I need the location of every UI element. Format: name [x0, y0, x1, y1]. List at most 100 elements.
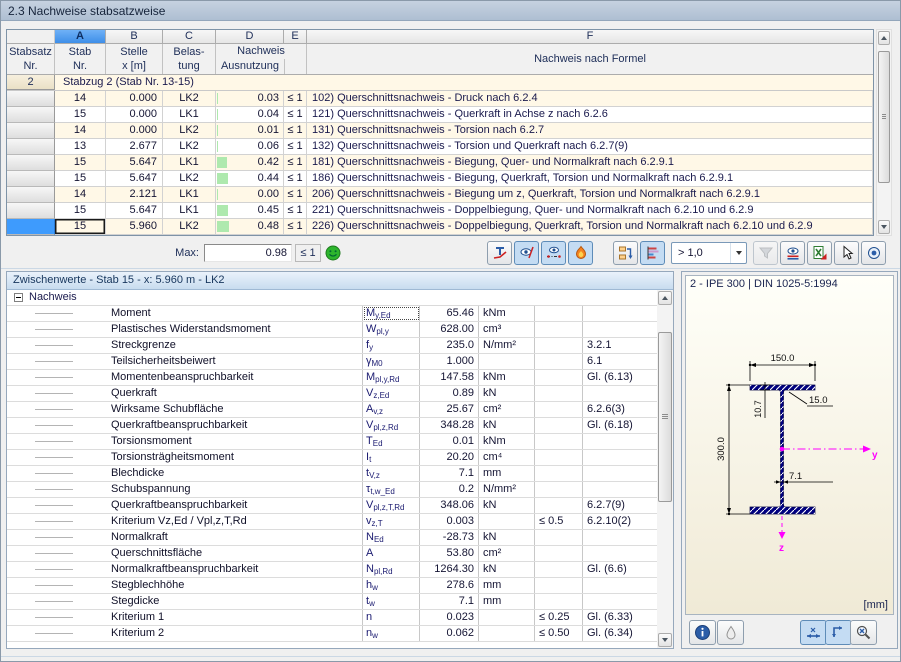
scroll-up-icon[interactable] — [658, 291, 672, 305]
column-letter-a[interactable]: A — [55, 30, 106, 44]
limit-cell[interactable]: ≤ 1 — [284, 91, 307, 106]
result-diagram-button[interactable] — [487, 241, 512, 265]
colored-results-button[interactable] — [568, 241, 593, 265]
column-letter-e[interactable]: E — [284, 30, 307, 44]
table-row[interactable]: 140.000LK20.01≤ 1131) Querschnittsnachwe… — [7, 123, 873, 139]
detail-row[interactable]: Kriterium 1n0.023≤ 0.25Gl. (6.33) — [7, 610, 657, 626]
excel-export-button[interactable] — [807, 241, 832, 265]
stab-cell[interactable]: 15 — [55, 155, 106, 170]
stab-cell[interactable]: 15 — [55, 171, 106, 186]
group-row[interactable]: 2 Stabzug 2 (Stab Nr. 13-15) — [7, 75, 873, 91]
x-location-cell[interactable]: 5.960 — [106, 219, 163, 234]
table-row[interactable]: 150.000LK10.04≤ 1121) Querschnittsnachwe… — [7, 107, 873, 123]
stab-cell[interactable]: 14 — [55, 123, 106, 138]
scrollbar-thumb[interactable] — [658, 332, 672, 502]
row-header[interactable] — [7, 155, 55, 171]
x-location-cell[interactable]: 5.647 — [106, 155, 163, 170]
limit-cell[interactable]: ≤ 1 — [284, 107, 307, 122]
show-axes-button[interactable] — [825, 620, 852, 645]
utilization-cell[interactable]: 0.06 — [216, 139, 284, 154]
detail-row[interactable]: TorsionsträgheitsmomentIt20.20cm⁴ — [7, 450, 657, 466]
detail-row[interactable]: QuerkraftbeanspruchbarkeitVpl,z,Rd348.28… — [7, 418, 657, 434]
scroll-down-icon[interactable] — [658, 633, 672, 647]
chevron-down-icon[interactable] — [730, 243, 746, 263]
show-member-axes-button[interactable] — [541, 241, 566, 265]
formula-cell[interactable]: 131) Querschnittsnachweis - Torsion nach… — [307, 123, 873, 138]
formula-cell[interactable]: 186) Querschnittsnachweis - Biegung, Que… — [307, 171, 873, 186]
loadcase-cell[interactable]: LK2 — [163, 91, 216, 106]
loadcase-cell[interactable]: LK1 — [163, 187, 216, 202]
formula-cell[interactable]: 181) Querschnittsnachweis - Biegung, Que… — [307, 155, 873, 170]
detail-row[interactable]: MomentMy,Ed65.46kNm — [7, 306, 657, 322]
detail-row[interactable]: QuerschnittsflächeA53.80cm² — [7, 546, 657, 562]
row-header[interactable] — [7, 107, 55, 123]
utilization-cell[interactable]: 0.42 — [216, 155, 284, 170]
limit-cell[interactable]: ≤ 1 — [284, 139, 307, 154]
zoom-reset-button[interactable] — [850, 620, 877, 645]
limit-cell[interactable]: ≤ 1 — [284, 155, 307, 170]
column-letter-b[interactable]: B — [106, 30, 163, 44]
select-pointer-button[interactable] — [834, 241, 859, 265]
x-location-cell[interactable]: 5.647 — [106, 171, 163, 186]
detail-row[interactable]: Schubspannungτt,w_Ed0.2N/mm² — [7, 482, 657, 498]
x-location-cell[interactable]: 0.000 — [106, 107, 163, 122]
formula-cell[interactable]: 132) Querschnittsnachweis - Torsion und … — [307, 139, 873, 154]
loadcase-cell[interactable]: LK2 — [163, 123, 216, 138]
detail-row[interactable]: Plastisches WiderstandsmomentWpl,y628.00… — [7, 322, 657, 338]
table-row[interactable]: 155.647LK10.45≤ 1221) Querschnittsnachwe… — [7, 203, 873, 219]
detail-row[interactable]: QuerkraftbeanspruchbarkeitVpl,z,T,Rd348.… — [7, 498, 657, 514]
x-location-cell[interactable]: 0.000 — [106, 123, 163, 138]
table-row[interactable]: 155.647LK20.44≤ 1186) Querschnittsnachwe… — [7, 171, 873, 187]
detail-row[interactable]: TeilsicherheitsbeiwertγM01.0006.1 — [7, 354, 657, 370]
column-letter-f[interactable]: F — [307, 30, 873, 44]
scrollbar-thumb[interactable] — [878, 51, 890, 183]
stab-cell[interactable]: 15 — [55, 203, 106, 218]
table-scrollbar[interactable] — [876, 29, 892, 236]
stab-cell[interactable]: 15 — [55, 219, 106, 234]
row-header[interactable] — [7, 91, 55, 107]
loadcase-cell[interactable]: LK1 — [163, 107, 216, 122]
stab-cell[interactable]: 15 — [55, 107, 106, 122]
relations-button[interactable] — [613, 241, 638, 265]
row-header[interactable] — [7, 123, 55, 139]
detail-row[interactable]: BlechdicketV,z7.1mm — [7, 466, 657, 482]
detail-row[interactable]: NormalkraftNEd-28.73kN — [7, 530, 657, 546]
utilization-cell[interactable]: 0.45 — [216, 203, 284, 218]
formula-cell[interactable]: 226) Querschnittsnachweis - Doppelbiegun… — [307, 219, 873, 234]
formula-cell[interactable]: 221) Querschnittsnachweis - Doppelbiegun… — [307, 203, 873, 218]
result-visibility-button[interactable] — [780, 241, 805, 265]
detail-row[interactable]: MomentenbeanspruchbarkeitMpl,y,Rd147.58k… — [7, 370, 657, 386]
table-row[interactable]: 132.677LK20.06≤ 1132) Querschnittsnachwe… — [7, 139, 873, 155]
detail-row[interactable]: Stegblechhöhehw278.6mm — [7, 578, 657, 594]
table-row[interactable]: 142.121LK10.00≤ 1206) Querschnittsnachwe… — [7, 187, 873, 203]
row-header[interactable] — [7, 139, 55, 155]
limit-cell[interactable]: ≤ 1 — [284, 203, 307, 218]
limit-cell[interactable]: ≤ 1 — [284, 123, 307, 138]
show-hidden-results-button[interactable] — [514, 241, 539, 265]
utilization-filter-dropdown[interactable]: > 1,0 — [671, 242, 747, 264]
formula-cell[interactable]: 121) Querschnittsnachweis - Querkraft in… — [307, 107, 873, 122]
loadcase-cell[interactable]: LK1 — [163, 203, 216, 218]
section-render-button[interactable] — [717, 620, 744, 645]
stab-cell[interactable]: 14 — [55, 187, 106, 202]
utilization-cell[interactable]: 0.01 — [216, 123, 284, 138]
row-header[interactable] — [7, 187, 55, 203]
detail-row[interactable]: QuerkraftVz,Ed0.89kN — [7, 386, 657, 402]
collapse-icon[interactable] — [14, 293, 23, 302]
scroll-up-icon[interactable] — [878, 31, 890, 45]
loadcase-cell[interactable]: LK2 — [163, 171, 216, 186]
table-row[interactable]: 140.000LK20.03≤ 1102) Querschnittsnachwe… — [7, 91, 873, 107]
result-bars-button[interactable] — [640, 241, 665, 265]
limit-cell[interactable]: ≤ 1 — [284, 187, 307, 202]
formula-cell[interactable]: 102) Querschnittsnachweis - Druck nach 6… — [307, 91, 873, 106]
group-row-header[interactable]: 2 — [7, 75, 55, 90]
loadcase-cell[interactable]: LK1 — [163, 155, 216, 170]
detail-row[interactable]: NormalkraftbeanspruchbarkeitNpl,Rd1264.3… — [7, 562, 657, 578]
x-location-cell[interactable]: 2.121 — [106, 187, 163, 202]
detail-row[interactable]: Streckgrenzefy235.0N/mm²3.2.1 — [7, 338, 657, 354]
detail-row[interactable]: Kriterium Vz,Ed / Vpl,z,T,Rdvz,T0.003≤ 0… — [7, 514, 657, 530]
detail-row[interactable]: Wirksame SchubflächeAv,z25.67cm²6.2.6(3) — [7, 402, 657, 418]
table-row[interactable]: 155.960LK20.48≤ 1226) Querschnittsnachwe… — [7, 219, 873, 235]
tree-root-row[interactable]: Nachweis — [7, 290, 673, 306]
detail-row[interactable]: Stegdicketw7.1mm — [7, 594, 657, 610]
